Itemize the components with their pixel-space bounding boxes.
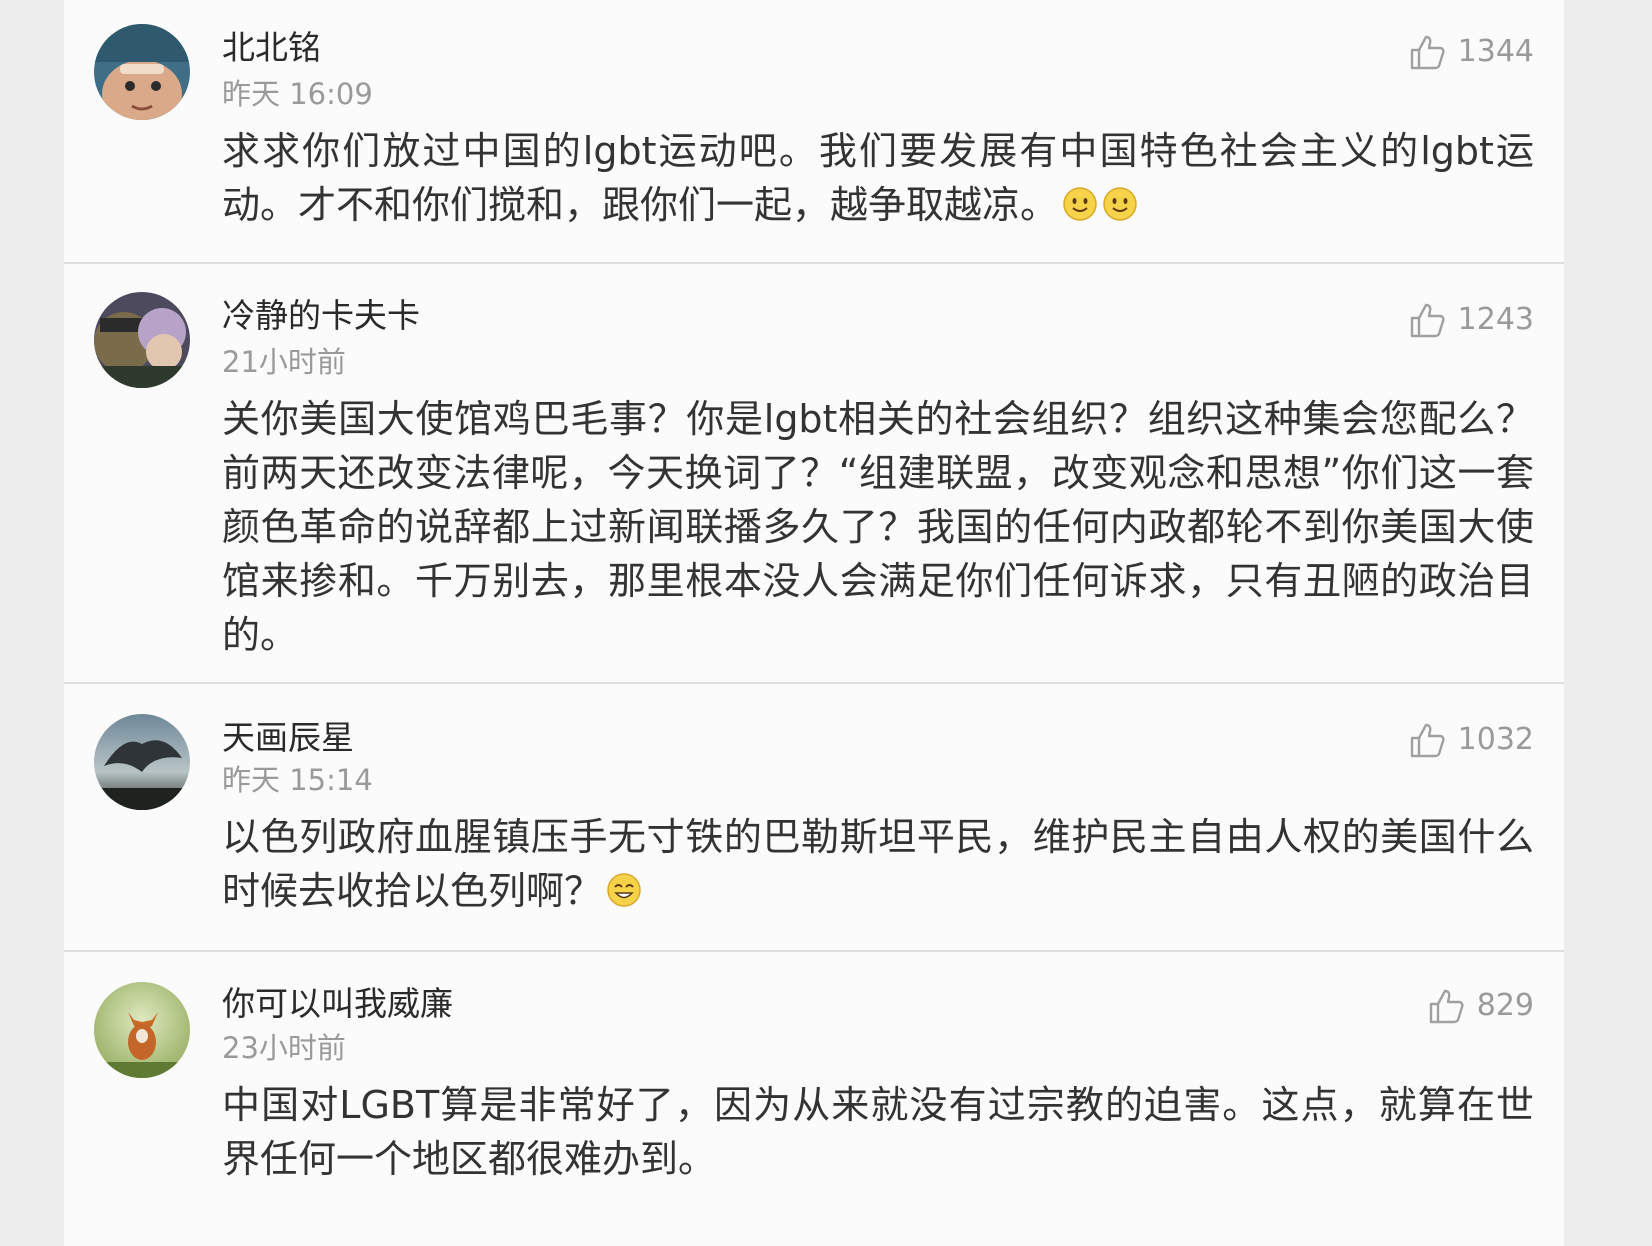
comment-body: 中国对LGBT算是非常好了，因为从来就没有过宗教的迫害。这点，就算在世界任何一个…	[222, 1083, 1534, 1181]
thumbs-up-icon	[1410, 723, 1445, 758]
comment-text: 以色列政府血腥镇压手无寸铁的巴勒斯坦平民，维护民主自由人权的美国什么时候去收拾以…	[222, 810, 1534, 918]
comment-body: 以色列政府血腥镇压手无寸铁的巴勒斯坦平民，维护民主自由人权的美国什么时候去收拾以…	[222, 815, 1534, 913]
username[interactable]: 天画辰星	[222, 718, 354, 758]
smile-emoji	[1063, 187, 1097, 221]
timestamp: 昨天 15:14	[222, 763, 373, 797]
comment-body: 关你美国大使馆鸡巴毛事？你是lgbt相关的社会组织？组织这种集会您配么？前两天还…	[222, 397, 1534, 657]
user-avatar[interactable]	[94, 982, 190, 1078]
like-button[interactable]: 1344	[1408, 32, 1534, 72]
username[interactable]: 冷静的卡夫卡	[222, 296, 420, 336]
timestamp: 昨天 16:09	[222, 77, 373, 111]
comment-text: 关你美国大使馆鸡巴毛事？你是lgbt相关的社会组织？组织这种集会您配么？前两天还…	[222, 392, 1534, 662]
like-count: 829	[1476, 988, 1534, 1023]
like-button[interactable]: 1032	[1408, 720, 1534, 760]
like-count: 1344	[1457, 34, 1534, 69]
grin-emoji	[607, 873, 641, 907]
like-button[interactable]: 1243	[1408, 300, 1534, 340]
comment-item: 北北铭 昨天 16:09 1344 求求你们放过中国的lgbt运动吧。我们要发展…	[64, 0, 1564, 264]
comment-item: 冷静的卡夫卡 21小时前 1243 关你美国大使馆鸡巴毛事？你是lgbt相关的社…	[64, 262, 1564, 684]
like-button[interactable]: 829	[1427, 986, 1534, 1026]
like-count: 1243	[1457, 302, 1534, 337]
comment-item: 你可以叫我威廉 23小时前 829 中国对LGBT算是非常好了，因为从来就没有过…	[64, 950, 1564, 1246]
thumbs-up-icon	[1410, 35, 1445, 70]
comment-text: 中国对LGBT算是非常好了，因为从来就没有过宗教的迫害。这点，就算在世界任何一个…	[222, 1078, 1534, 1186]
comment-feed: 北北铭 昨天 16:09 1344 求求你们放过中国的lgbt运动吧。我们要发展…	[64, 0, 1564, 1246]
username[interactable]: 你可以叫我威廉	[222, 984, 453, 1024]
thumbs-up-icon	[1429, 989, 1464, 1024]
smile-emoji	[1103, 187, 1137, 221]
user-avatar[interactable]	[94, 24, 190, 120]
like-count: 1032	[1457, 722, 1534, 757]
user-avatar[interactable]	[94, 292, 190, 388]
comment-text: 求求你们放过中国的lgbt运动吧。我们要发展有中国特色社会主义的lgbt运动。才…	[222, 124, 1534, 232]
comment-item: 天画辰星 昨天 15:14 1032 以色列政府血腥镇压手无寸铁的巴勒斯坦平民，…	[64, 682, 1564, 952]
thumbs-up-icon	[1410, 303, 1445, 338]
user-avatar[interactable]	[94, 714, 190, 810]
timestamp: 21小时前	[222, 345, 346, 379]
timestamp: 23小时前	[222, 1031, 346, 1065]
username[interactable]: 北北铭	[222, 28, 321, 68]
comment-body: 求求你们放过中国的lgbt运动吧。我们要发展有中国特色社会主义的lgbt运动。才…	[222, 129, 1534, 227]
